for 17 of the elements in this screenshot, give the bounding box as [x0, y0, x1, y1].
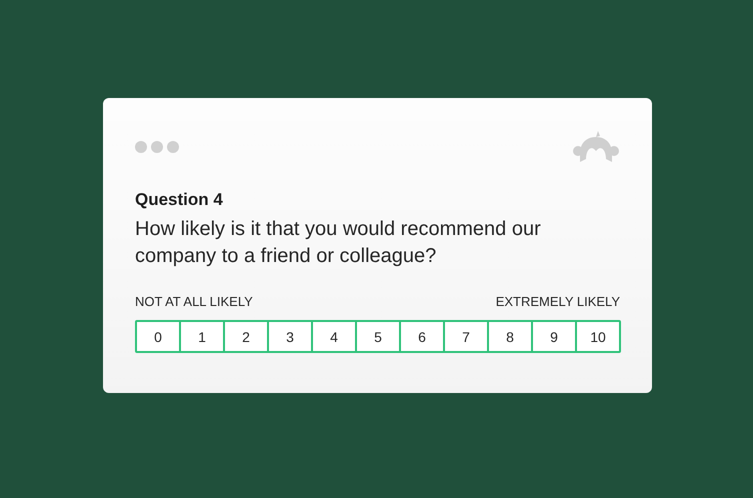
rating-option[interactable]: 7 — [443, 322, 487, 351]
question-text: How likely is it that you would recommend our company to a friend or colleague? — [135, 217, 542, 269]
head-icon — [572, 131, 620, 163]
rating-option[interactable]: 2 — [223, 322, 267, 351]
rating-option[interactable]: 9 — [531, 322, 575, 351]
rating-option[interactable]: 8 — [487, 322, 531, 351]
high-label: EXTREMELY LIKELY — [496, 294, 620, 309]
low-label: NOT AT ALL LIKELY — [135, 294, 253, 309]
rating-option[interactable]: 5 — [355, 322, 399, 351]
rating-option[interactable]: 1 — [179, 322, 223, 351]
rating-option[interactable]: 10 — [575, 322, 619, 351]
dots-icon — [135, 141, 179, 153]
rating-option[interactable]: 3 — [267, 322, 311, 351]
question-number: Question 4 — [135, 190, 224, 210]
rating-option[interactable]: 6 — [399, 322, 443, 351]
rating-option[interactable]: 4 — [311, 322, 355, 351]
rating-option[interactable]: 0 — [137, 322, 179, 351]
